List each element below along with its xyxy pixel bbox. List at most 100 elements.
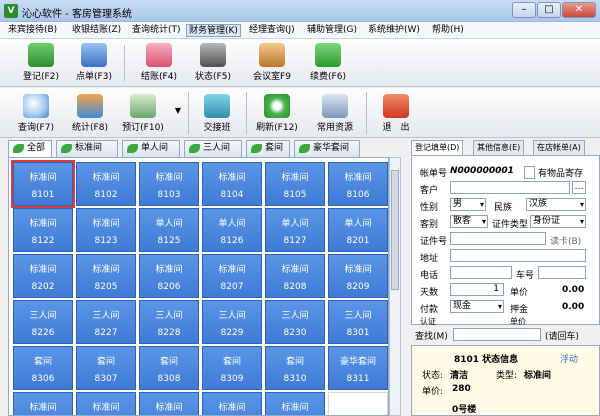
room-number-label: 8125	[157, 236, 181, 246]
room-tile[interactable]: 标准间 8207	[202, 254, 262, 298]
tab-all[interactable]: 全部	[8, 140, 52, 158]
room-tile[interactable]: 套间 8306	[13, 346, 73, 390]
days-stepper[interactable]: 1	[450, 283, 504, 296]
tab-standard[interactable]: 标准间	[56, 140, 118, 157]
shift-handover-button[interactable]: 交接班	[192, 94, 242, 133]
menu-help[interactable]: 帮助(H)	[430, 24, 466, 37]
gender-select[interactable]: 男	[450, 198, 486, 211]
room-tile[interactable]: 单人间 8127	[265, 208, 325, 252]
find-input[interactable]	[453, 328, 541, 341]
room-type-label: 套间	[159, 357, 178, 367]
tab-other-info[interactable]: 其他信息(E)	[473, 140, 525, 155]
search-button[interactable]: 查询(F7)	[14, 94, 58, 133]
room-tile[interactable]: 标准间	[139, 392, 199, 415]
room-tile[interactable]: 标准间 8205	[76, 254, 136, 298]
plate-field[interactable]	[538, 266, 586, 279]
room-grid-scrollbar[interactable]	[389, 157, 401, 416]
guest-type-select[interactable]: 散客	[450, 215, 488, 228]
guest-lookup-button[interactable]: …	[572, 181, 586, 194]
payment-select[interactable]: 现金	[450, 300, 504, 313]
shift-handover-label: 交接班	[203, 123, 231, 133]
menu-aux[interactable]: 辅助管理(G)	[305, 24, 359, 37]
resources-button[interactable]: 常用资源	[310, 94, 360, 133]
room-tile[interactable]: 三人间 8227	[76, 300, 136, 344]
float-button[interactable]: 浮动	[560, 352, 578, 365]
room-tile[interactable]	[328, 392, 388, 415]
minimize-button[interactable]: –	[512, 2, 536, 18]
room-tile[interactable]: 三人间 8226	[13, 300, 73, 344]
order-button[interactable]: 点单(F3)	[74, 43, 114, 82]
room-tile[interactable]: 套间 8308	[139, 346, 199, 390]
room-tile[interactable]: 标准间 8208	[265, 254, 325, 298]
room-tile[interactable]: 标准间	[13, 392, 73, 415]
reserve-button[interactable]: 预订(F10)	[120, 94, 166, 133]
title-bar: V 沁心软件 - 客房管理系统 – □ ✕	[0, 0, 600, 22]
tab-triple[interactable]: 三人间	[184, 140, 242, 157]
room-tile[interactable]: 标准间	[265, 392, 325, 415]
menu-checkout[interactable]: 收银结账(Z)	[70, 24, 123, 37]
menu-finance[interactable]: 财务管理(K)	[186, 24, 241, 37]
tab-single[interactable]: 单人间	[122, 140, 180, 157]
room-tile[interactable]: 标准间 8209	[328, 254, 388, 298]
tab-deluxe-suite[interactable]: 豪华套间	[294, 140, 360, 157]
room-tile[interactable]: 标准间	[76, 392, 136, 415]
reserve-dropdown[interactable]: ▼	[172, 106, 184, 115]
refresh-button[interactable]: 刷新(F12)	[252, 94, 302, 133]
room-tile[interactable]: 标准间 8202	[13, 254, 73, 298]
room-tile[interactable]: 标准间 8122	[13, 208, 73, 252]
id-type-select[interactable]: 身份证	[530, 215, 586, 228]
tab-suite[interactable]: 套间	[246, 140, 290, 157]
nation-select[interactable]: 汉族	[526, 198, 586, 211]
room-building: 0号楼	[452, 405, 477, 415]
room-tile[interactable]: 标准间 8123	[76, 208, 136, 252]
close-button[interactable]: ✕	[562, 2, 596, 18]
meeting-room-button[interactable]: 会议室F9	[248, 43, 296, 82]
room-tile[interactable]: 三人间 8228	[139, 300, 199, 344]
menu-query[interactable]: 查询统计(T)	[130, 24, 183, 37]
room-tile[interactable]: 标准间 8206	[139, 254, 199, 298]
guest-field[interactable]	[450, 181, 570, 194]
status-button[interactable]: 状态(F5)	[192, 43, 234, 82]
scrollbar-thumb[interactable]	[391, 170, 399, 290]
room-tile[interactable]: 标准间	[202, 392, 262, 415]
room-tile[interactable]: 标准间 8103	[139, 162, 199, 206]
room-tile[interactable]: 单人间 8125	[139, 208, 199, 252]
settle-button[interactable]: 结账(F4)	[136, 43, 182, 82]
room-tile[interactable]: 标准间 8106	[328, 162, 388, 206]
menu-system[interactable]: 系统维护(W)	[366, 24, 422, 37]
tab-in-house-bill[interactable]: 在店帐单(A)	[533, 140, 585, 155]
room-tile[interactable]: 标准间 8101	[11, 160, 75, 208]
leaf-icon	[61, 144, 72, 153]
tab-registration[interactable]: 登记填单(D)	[411, 140, 464, 155]
room-number-label: 8307	[94, 374, 118, 384]
menu-reception[interactable]: 来宾接待(B)	[6, 24, 59, 37]
read-card-button[interactable]: 读卡(B)	[550, 234, 581, 247]
room-tile[interactable]: 标准间 8104	[202, 162, 262, 206]
phone-field[interactable]	[450, 266, 512, 279]
room-tile[interactable]: 标准间 8102	[76, 162, 136, 206]
room-tile[interactable]: 豪华套间 8311	[328, 346, 388, 390]
renew-button[interactable]: 续费(F6)	[306, 43, 350, 82]
room-tile[interactable]: 三人间 8301	[328, 300, 388, 344]
exit-button[interactable]: 退 出	[374, 94, 418, 133]
maximize-button[interactable]: □	[537, 2, 561, 18]
id-no-field[interactable]	[450, 232, 546, 245]
checkin-button[interactable]: 登记(F2)	[18, 43, 64, 82]
room-tile[interactable]: 标准间 8105	[265, 162, 325, 206]
leaf-icon	[13, 144, 24, 153]
room-tile[interactable]: 单人间 8201	[328, 208, 388, 252]
address-field[interactable]	[450, 249, 586, 262]
has-items-checkbox[interactable]	[524, 166, 535, 179]
room-tile[interactable]: 单人间 8126	[202, 208, 262, 252]
room-tile[interactable]: 三人间 8230	[265, 300, 325, 344]
room-type-label: 标准间	[29, 173, 57, 183]
room-tile[interactable]: 套间 8309	[202, 346, 262, 390]
room-number-label: 8208	[283, 282, 307, 292]
menu-manager[interactable]: 经理查询(J)	[247, 24, 297, 37]
room-tile[interactable]: 三人间 8229	[202, 300, 262, 344]
room-tile[interactable]: 套间 8310	[265, 346, 325, 390]
stats-button[interactable]: 统计(F8)	[68, 94, 112, 133]
room-tile[interactable]: 套间 8307	[76, 346, 136, 390]
room-type-label: 标准间	[344, 265, 372, 275]
exit-label: 退 出	[382, 123, 410, 133]
